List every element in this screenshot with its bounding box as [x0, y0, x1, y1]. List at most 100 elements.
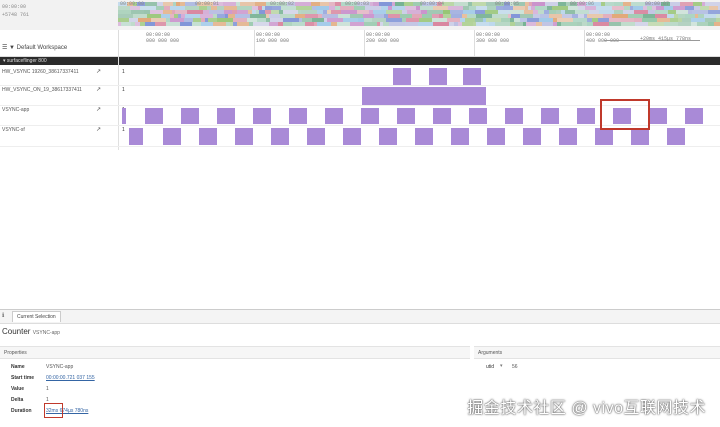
overview-tick-label: 00:00:02	[270, 1, 295, 7]
vsync-app-slice[interactable]	[433, 108, 451, 124]
vsync-sf-slice[interactable]	[559, 128, 577, 145]
overview-tick-label: 00:00:01	[195, 1, 220, 7]
overview-activity-block	[283, 18, 299, 22]
overview-activity-block	[402, 10, 407, 14]
overview-activity-block	[492, 14, 508, 18]
vsync-app-slice[interactable]	[505, 108, 523, 124]
vsync-app-slice[interactable]	[361, 108, 379, 124]
overview-activity-block	[412, 14, 422, 18]
overview-activity-block	[132, 18, 138, 22]
vsync-sf-slice[interactable]	[199, 128, 217, 145]
hw-vsync-slice[interactable]	[393, 68, 411, 85]
overview-activity-block	[575, 10, 589, 14]
vsync-sf-slice[interactable]	[379, 128, 397, 145]
hw-vsync-on-slice[interactable]	[362, 87, 486, 105]
overview-activity-block	[510, 18, 514, 22]
overview-activity-block	[269, 14, 280, 18]
overview-activity-block	[133, 14, 147, 18]
vsync-app-slice[interactable]	[577, 108, 595, 124]
tab-current-selection[interactable]: Current Selection	[12, 311, 61, 322]
overview-minimap[interactable]: 00:00:00 +5748 761 00:00:00 00:00:01 00:00…	[0, 0, 720, 30]
vsync-sf-slice[interactable]	[343, 128, 361, 145]
overview-activity-block	[181, 14, 185, 18]
overview-activity-block	[200, 14, 213, 18]
overview-activity-block	[657, 18, 670, 22]
vsync-app-slice[interactable]	[217, 108, 235, 124]
overview-activity-block	[584, 14, 587, 18]
overview-activity-block	[642, 18, 657, 22]
vsync-sf-slice[interactable]	[451, 128, 469, 145]
overview-activity-block	[552, 6, 568, 10]
panel-toggle-icon[interactable]: ℹ	[2, 312, 4, 319]
start-time-link[interactable]: 00:00:00.721 037 155	[46, 375, 95, 381]
overview-activity-block	[295, 14, 305, 18]
vsync-sf-slice[interactable]	[307, 128, 325, 145]
vsync-app-slice[interactable]	[289, 108, 307, 124]
vsync-app-slice[interactable]	[649, 108, 667, 124]
vsync-sf-slice[interactable]	[487, 128, 505, 145]
overview-activity-block	[262, 6, 265, 10]
overview-activity-block	[454, 22, 458, 26]
vsync-sf-slice[interactable]	[235, 128, 253, 145]
overview-activity-block	[612, 14, 628, 18]
vsync-sf-slice[interactable]	[129, 128, 143, 145]
overview-activity-block	[392, 2, 395, 6]
track-name-hw-vsync[interactable]: HW_VSYNC 19260_38617337411	[2, 69, 79, 75]
track-name-vsync-app[interactable]: VSYNC-app	[2, 107, 29, 113]
overview-activity-block	[685, 6, 694, 10]
argument-menu-icon[interactable]: ▾	[500, 363, 503, 369]
vsync-app-slice[interactable]	[469, 108, 487, 124]
vsync-app-slice[interactable]	[253, 108, 271, 124]
track-name-divider[interactable]	[118, 57, 119, 150]
vsync-sf-slice[interactable]	[163, 128, 181, 145]
overview-activity-block	[185, 14, 200, 18]
overview-activity-block	[392, 6, 405, 10]
vsync-sf-slice[interactable]	[271, 128, 289, 145]
process-group-header[interactable]: ▾ surfaceflinger 800	[0, 57, 720, 65]
overview-activity-block	[432, 18, 447, 22]
vsync-sf-slice[interactable]	[667, 128, 685, 145]
overview-activity-block	[589, 10, 599, 14]
property-value: VSYNC-app	[46, 364, 74, 370]
vsync-app-slice[interactable]	[685, 108, 703, 124]
vsync-app-slice[interactable]	[122, 108, 126, 124]
overview-activity-block	[448, 6, 463, 10]
track-name-vsync-sf[interactable]: VSYNC-sf	[2, 127, 25, 133]
overview-activity-block	[135, 22, 140, 26]
properties-title: Properties	[4, 350, 27, 356]
track-name-hw-vsync-on[interactable]: HW_VSYNC_ON_19_38617337411	[2, 87, 82, 93]
overview-activity-block	[582, 22, 587, 26]
overview-activity-block	[395, 2, 404, 6]
overview-activity-block	[709, 6, 718, 10]
vsync-sf-slice[interactable]	[523, 128, 541, 145]
property-key: Start time	[11, 375, 35, 381]
vsync-app-slice[interactable]	[181, 108, 199, 124]
vsync-app-slice[interactable]	[145, 108, 163, 124]
vsync-sf-slice[interactable]	[595, 128, 613, 145]
overview-activity-block	[599, 10, 614, 14]
overview-activity-block	[598, 18, 609, 22]
overview-activity-block	[225, 14, 228, 18]
overview-activity-block	[283, 22, 292, 26]
vsync-app-slice[interactable]	[325, 108, 343, 124]
overview-activity-block	[705, 2, 720, 6]
overview-activity-block	[253, 22, 269, 26]
vsync-app-slice[interactable]	[541, 108, 559, 124]
vsync-app-slice[interactable]	[397, 108, 415, 124]
vsync-sf-slice[interactable]	[415, 128, 433, 145]
overview-activity-block	[226, 22, 230, 26]
hw-vsync-slice[interactable]	[463, 68, 481, 85]
vsync-sf-slice[interactable]	[631, 128, 649, 145]
overview-activity-block	[161, 14, 170, 18]
workspace-selector[interactable]: ☰ ▼ Default Workspace	[2, 44, 67, 51]
argument-value: 56	[512, 364, 518, 370]
overview-activity-block	[193, 18, 201, 22]
overview-activity-block	[377, 22, 380, 26]
overview-activity-block	[157, 2, 163, 6]
hw-vsync-slice[interactable]	[429, 68, 447, 85]
ruler-tick	[118, 30, 119, 56]
overview-activity-block	[553, 22, 557, 26]
overview-activity-block	[269, 22, 278, 26]
overview-activity-block	[406, 18, 419, 22]
overview-activity-block	[605, 2, 614, 6]
